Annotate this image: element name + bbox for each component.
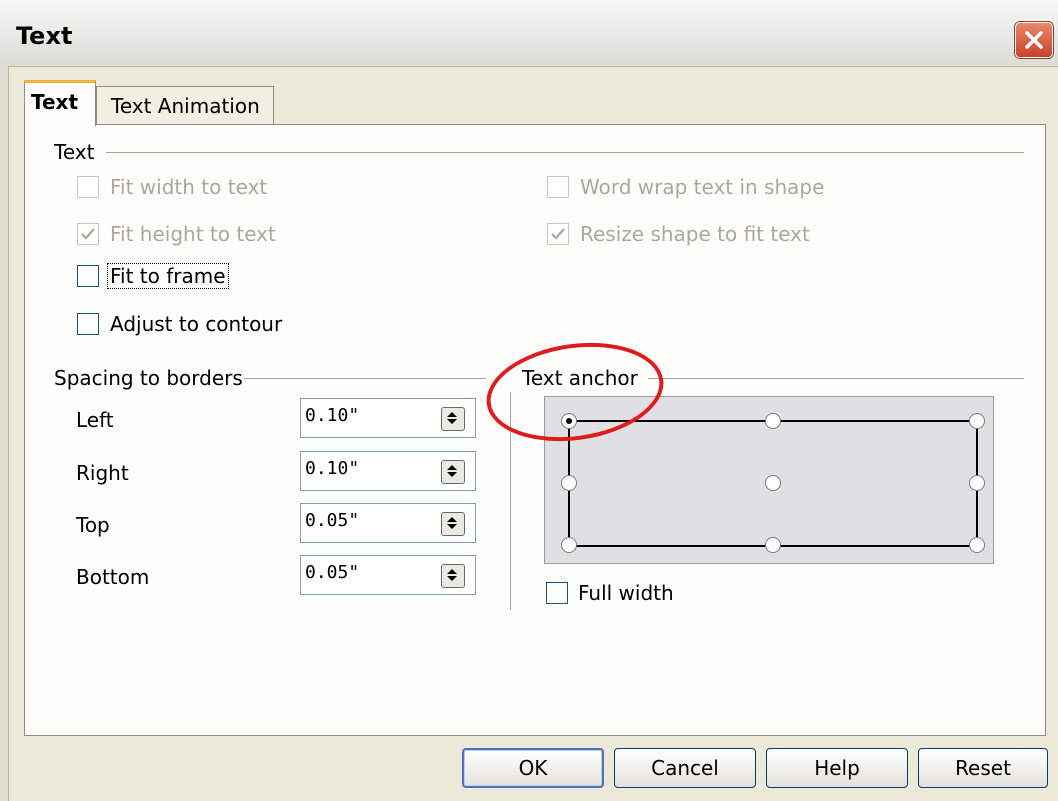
fit-width-checkbox[interactable] <box>77 176 99 198</box>
close-button[interactable] <box>1015 22 1053 58</box>
right-input[interactable] <box>305 458 425 479</box>
bottom-input[interactable] <box>305 562 425 583</box>
spacing-group-line <box>244 378 486 379</box>
top-field[interactable] <box>300 503 476 543</box>
spin-updown-icon <box>447 465 457 477</box>
anchor-bottom-right[interactable] <box>969 537 985 553</box>
anchor-bottom-left[interactable] <box>561 537 577 553</box>
word-wrap-checkbox[interactable] <box>547 176 569 198</box>
title-bar[interactable]: Text <box>0 0 1058 67</box>
text-group-label: Text <box>48 140 101 164</box>
text-dialog: Text Text Text Animation Text Fit width … <box>0 0 1058 801</box>
anchor-top-right[interactable] <box>969 413 985 429</box>
fit-height-checkbox[interactable] <box>77 223 99 245</box>
bottom-label: Bottom <box>76 565 150 589</box>
full-width-label: Full width <box>578 581 674 605</box>
spin-updown-icon <box>447 569 457 581</box>
reset-button[interactable]: Reset <box>918 748 1048 788</box>
spacing-group-label: Spacing to borders <box>48 366 249 390</box>
left-spinner[interactable] <box>441 407 465 431</box>
anchor-group-line <box>648 378 1024 379</box>
anchor-top-center[interactable] <box>765 413 781 429</box>
top-input[interactable] <box>305 510 425 531</box>
left-field[interactable] <box>300 398 476 438</box>
fit-frame-label: Fit to frame <box>107 263 229 289</box>
spin-updown-icon <box>447 517 457 529</box>
adjust-contour-checkbox[interactable] <box>77 313 99 335</box>
tab-text[interactable]: Text <box>24 80 96 126</box>
ok-button[interactable]: OK <box>462 748 604 788</box>
anchor-middle-left[interactable] <box>561 475 577 491</box>
help-button[interactable]: Help <box>766 748 908 788</box>
right-field[interactable] <box>300 451 476 491</box>
fit-width-label: Fit width to text <box>110 175 268 199</box>
spin-updown-icon <box>447 412 457 424</box>
anchor-bottom-center[interactable] <box>765 537 781 553</box>
resize-shape-checkbox[interactable] <box>547 223 569 245</box>
text-group-line <box>106 152 1024 153</box>
top-spinner[interactable] <box>441 512 465 536</box>
bottom-field[interactable] <box>300 555 476 595</box>
window-title: Text <box>16 22 73 50</box>
close-icon <box>1025 31 1043 49</box>
adjust-contour-label: Adjust to contour <box>110 312 283 336</box>
checkmark-icon <box>81 228 95 240</box>
fit-frame-checkbox[interactable] <box>77 265 99 287</box>
right-spinner[interactable] <box>441 460 465 484</box>
tab-text-animation[interactable]: Text Animation <box>96 86 274 126</box>
anchor-middle-right[interactable] <box>969 475 985 491</box>
word-wrap-label: Word wrap text in shape <box>580 175 825 199</box>
resize-shape-label: Resize shape to fit text <box>580 222 810 246</box>
left-input[interactable] <box>305 405 425 426</box>
bottom-spinner[interactable] <box>441 564 465 588</box>
cancel-button[interactable]: Cancel <box>614 748 756 788</box>
anchor-center[interactable] <box>765 475 781 491</box>
window-edge <box>0 66 9 801</box>
fit-height-label: Fit height to text <box>110 222 276 246</box>
checkmark-icon <box>551 228 565 240</box>
full-width-checkbox[interactable] <box>546 582 568 604</box>
right-label: Right <box>76 461 129 485</box>
left-label: Left <box>76 408 114 432</box>
top-label: Top <box>76 513 110 537</box>
